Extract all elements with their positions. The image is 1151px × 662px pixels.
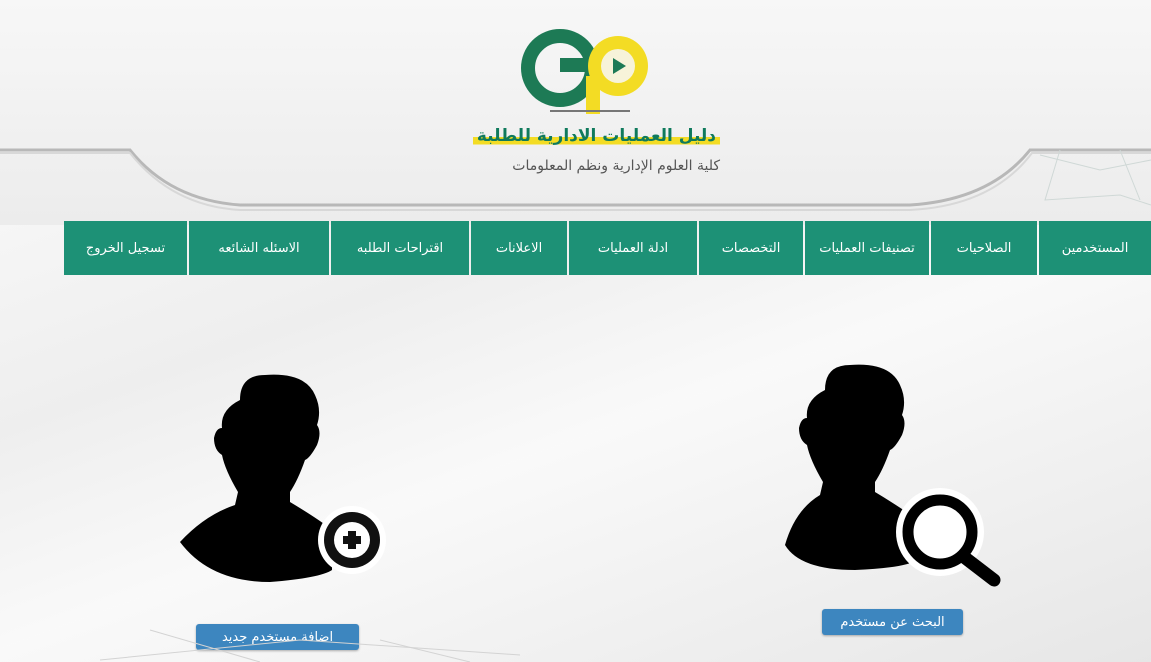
nav-item-permissions[interactable]: الصلاحيات <box>931 221 1037 275</box>
main-nav: المستخدمين الصلاحيات تصنيفات العمليات ال… <box>36 221 1151 275</box>
logo <box>521 29 648 114</box>
nav-item-announcements[interactable]: الاعلانات <box>471 221 567 275</box>
site-subtitle: كلية العلوم الإدارية ونظم المعلومات <box>512 158 720 174</box>
site-title: دليل العمليات الادارية للطلبة <box>360 126 720 146</box>
nav-item-specializations[interactable]: التخصصات <box>699 221 803 275</box>
nav-item-logout[interactable]: تسجيل الخروج <box>64 221 187 275</box>
user-add-icon[interactable] <box>170 370 390 590</box>
nav-item-operation-categories[interactable]: تصنيفات العمليات <box>805 221 929 275</box>
nav-item-student-suggestions[interactable]: اقتراحات الطلبه <box>331 221 469 275</box>
background-decoration <box>99 629 521 662</box>
nav-item-operation-guides[interactable]: ادلة العمليات <box>569 221 697 275</box>
user-search-icon[interactable] <box>780 360 1010 590</box>
nav-item-faq[interactable]: الاسئله الشائعه <box>189 221 329 275</box>
nav-item-users[interactable]: المستخدمين <box>1039 221 1151 275</box>
